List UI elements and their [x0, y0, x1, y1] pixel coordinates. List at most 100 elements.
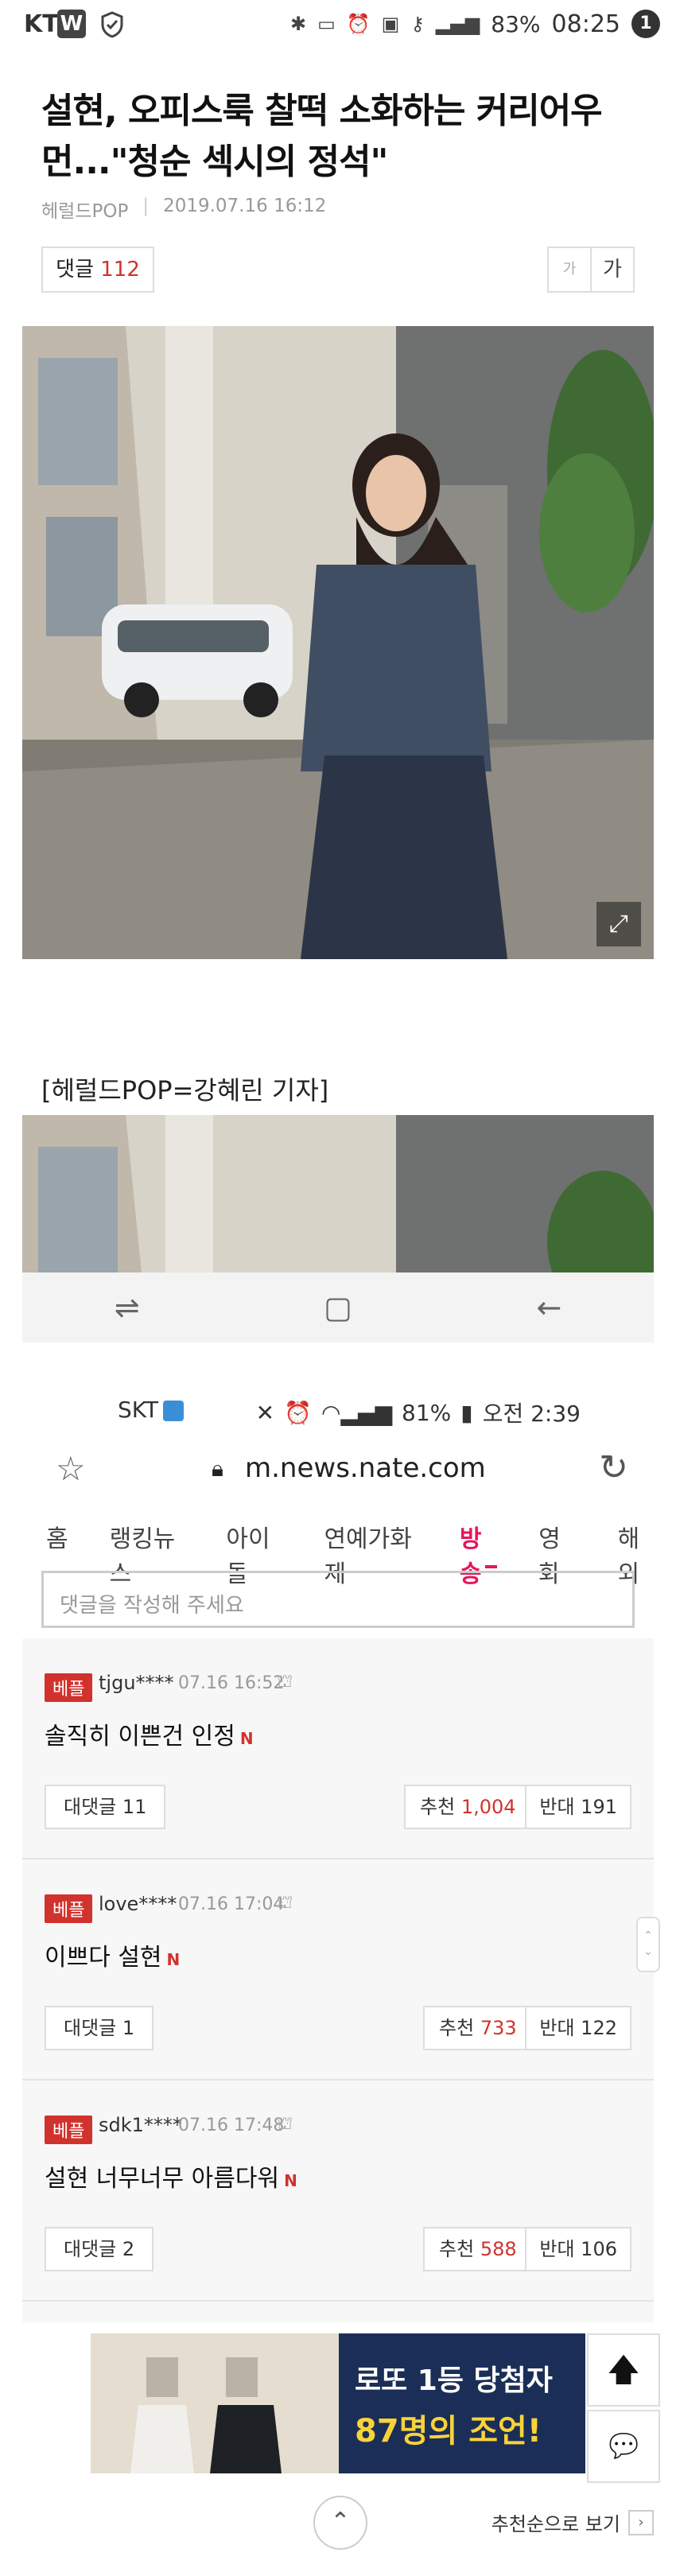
comment-text: 솔직히 이쁜건 인정 N [45, 1716, 254, 1751]
sort-by-recommend-link[interactable]: 추천순으로 보기 › [491, 2508, 654, 2536]
comment-date: 07.16 17:04 [178, 1894, 285, 1914]
meta-divider: | [142, 196, 150, 216]
ad-image [91, 2333, 339, 2473]
recommend-label: 추천 [439, 2017, 475, 2039]
font-size-controls: 가 가 [547, 247, 635, 293]
tab-overseas[interactable]: 해외 [597, 1511, 676, 1588]
recommend-count: 588 [480, 2238, 517, 2260]
tab-broadcast[interactable]: 방송 [439, 1511, 518, 1588]
expand-photo-icon[interactable]: ⤢ [596, 902, 641, 946]
comment-item: 베플 tjgu**** 07.16 16:52 ⛫ 솔직히 이쁜건 인정 N 대댓… [22, 1638, 654, 1859]
shield-icon [100, 11, 124, 45]
notification-count-badge: 1 [631, 10, 660, 38]
recommend-button[interactable]: 추천 588 [423, 2227, 533, 2271]
comment-footer: ⌃ 추천순으로 보기 › [0, 2491, 676, 2562]
category-nav: 홈 랭킹뉴스 아이돌 연예가화제 방송 영화 해외 [0, 1511, 676, 1588]
tab-idol[interactable]: 아이돌 [205, 1511, 303, 1588]
nfc-icon: ▭ [317, 13, 336, 35]
article-byline: [헤럴드POP=강혜린 기자] [41, 1075, 329, 1105]
recent-apps-icon[interactable]: ⇌ [115, 1290, 140, 1325]
chevron-up-icon: ⌃ [330, 2508, 351, 2535]
bluetooth-icon: ✱ [289, 13, 307, 35]
ad-photo-illustration [91, 2333, 339, 2473]
reload-icon[interactable]: ↻ [599, 1447, 628, 1488]
tab-ranking-news[interactable]: 랭킹뉴스 [89, 1511, 206, 1588]
recommend-count: 1,004 [460, 1796, 516, 1818]
article-date: 2019.07.16 16:12 [163, 196, 327, 216]
scroll-top-button[interactable]: 🡅 [587, 2333, 660, 2407]
comment-body: 솔직히 이쁜건 인정 [45, 1723, 235, 1750]
comment-text: 설현 너무너무 아름다워 N [45, 2158, 297, 2193]
comment-item: 베플 love**** 07.16 17:04 ⛫ 이쁘다 설현 N 대댓글 1 … [22, 1859, 654, 2081]
app-badge-icon-2 [163, 1401, 185, 1421]
wifi-signal-icon: ◠▂▄▆ [321, 1399, 393, 1426]
user-profile-icon[interactable]: ⛫ [277, 1672, 293, 1694]
tab-entertainment[interactable]: 연예가화제 [303, 1511, 438, 1588]
oppose-button[interactable]: 반대 122 [525, 2006, 631, 2050]
article-title: 설현, 오피스룩 찰떡 소화하는 커리어우먼..."청순 섹시의 정석" [41, 91, 603, 182]
font-larger-button[interactable]: 가 [592, 248, 633, 291]
battery-level: 83% [491, 10, 541, 37]
recommend-button[interactable]: 추천 1,004 [404, 1785, 532, 1829]
best-comment-badge: 베플 [45, 1894, 93, 1923]
clock-2: 오전 2:39 [482, 1401, 581, 1427]
app-badge-icon: W [57, 10, 86, 38]
recommend-label: 추천 [439, 2238, 475, 2260]
sort-label: 추천순으로 보기 [491, 2513, 620, 2535]
scroll-handle[interactable]: ⌃ ⌄ [636, 1917, 660, 1972]
status-bar: KT W ✱ ▭ ⏰ ▣ ⚷ ▂▄▆ 83% 08:25 1 [0, 0, 676, 49]
url-text[interactable]: m.news.nate.com [245, 1452, 486, 1484]
key-icon: ⚷ [410, 13, 425, 35]
carrier-label-2: SKT [118, 1397, 185, 1423]
chat-bubble-icon: 💬︎ [603, 2428, 644, 2465]
ad-line-1: 로또 1등 당첨자 [355, 2364, 553, 2397]
comment-user: tjgu**** [99, 1672, 174, 1694]
home-icon[interactable]: ▢ [324, 1290, 352, 1325]
best-comments-list: 베플 tjgu**** 07.16 16:52 ⛫ 솔직히 이쁜건 인정 N 대댓… [22, 1638, 654, 2322]
comment-count-button[interactable]: 댓글 112 [41, 247, 154, 293]
bookmark-star-icon[interactable]: ☆ [56, 1449, 86, 1488]
user-profile-icon[interactable]: ⛫ [277, 2114, 293, 2136]
alarm-icon-2: ⏰ [284, 1399, 312, 1426]
article-photo-2[interactable] [22, 1115, 654, 1272]
tab-home[interactable]: 홈 [0, 1511, 89, 1568]
new-badge: N [239, 1729, 254, 1748]
comment-count: 112 [100, 258, 140, 282]
font-smaller-button[interactable]: 가 [549, 248, 592, 291]
clock: 08:25 [551, 10, 620, 38]
reply-button[interactable]: 대댓글 1 [45, 2006, 154, 2050]
new-badge: N [166, 1950, 181, 1969]
battery-icon: ▮ [460, 1399, 473, 1426]
oppose-button[interactable]: 반대 106 [525, 2227, 631, 2271]
ad-text: 로또 1등 당첨자 87명의 조언! [339, 2333, 585, 2473]
article-photo[interactable]: ⤢ [22, 326, 654, 959]
comment-user: sdk1**** [99, 2114, 182, 2136]
ad-banner[interactable]: 로또 1등 당첨자 87명의 조언! [91, 2333, 585, 2473]
comment-item: 베플 sdk1**** 07.16 17:48 ⛫ 설현 너무너무 아름다워 N … [22, 2081, 654, 2302]
comment-label: 댓글 [56, 258, 94, 282]
arrow-up-icon: 🡅 [607, 2352, 640, 2388]
chat-button[interactable]: 💬︎ [587, 2410, 660, 2483]
article-meta: 헤럴드POP | 2019.07.16 16:12 [41, 196, 326, 223]
collapse-button[interactable]: ⌃ [313, 2496, 367, 2550]
photo-illustration [22, 326, 654, 959]
reply-button[interactable]: 대댓글 11 [45, 1785, 166, 1829]
user-profile-icon[interactable]: ⛫ [277, 1893, 293, 1915]
battery-level-2: 81% [402, 1399, 452, 1426]
recommend-count: 733 [480, 2017, 517, 2039]
recommend-button[interactable]: 추천 733 [423, 2006, 533, 2050]
reply-button[interactable]: 대댓글 2 [45, 2227, 154, 2271]
status-bar-2: SKT ✕ ⏰ ◠▂▄▆ 81% ▮ 오전 2:39 [0, 1360, 676, 1440]
article-source: 헤럴드POP [41, 201, 129, 222]
comment-text: 이쁘다 설현 N [45, 1937, 180, 1972]
tab-movie[interactable]: 영화 [518, 1511, 596, 1588]
chevron-right-icon: › [628, 2509, 654, 2535]
lock-icon: 🔒︎ [212, 1455, 223, 1482]
recommend-label: 추천 [420, 1796, 456, 1818]
new-badge: N [284, 2171, 297, 2190]
comment-input[interactable]: 댓글을 작성해 주세요 [41, 1571, 635, 1628]
best-comment-badge: 베플 [45, 1673, 93, 1702]
hd-icon: ▣ [381, 13, 400, 35]
oppose-button[interactable]: 반대 191 [525, 1785, 631, 1829]
back-icon[interactable]: ← [536, 1290, 561, 1325]
